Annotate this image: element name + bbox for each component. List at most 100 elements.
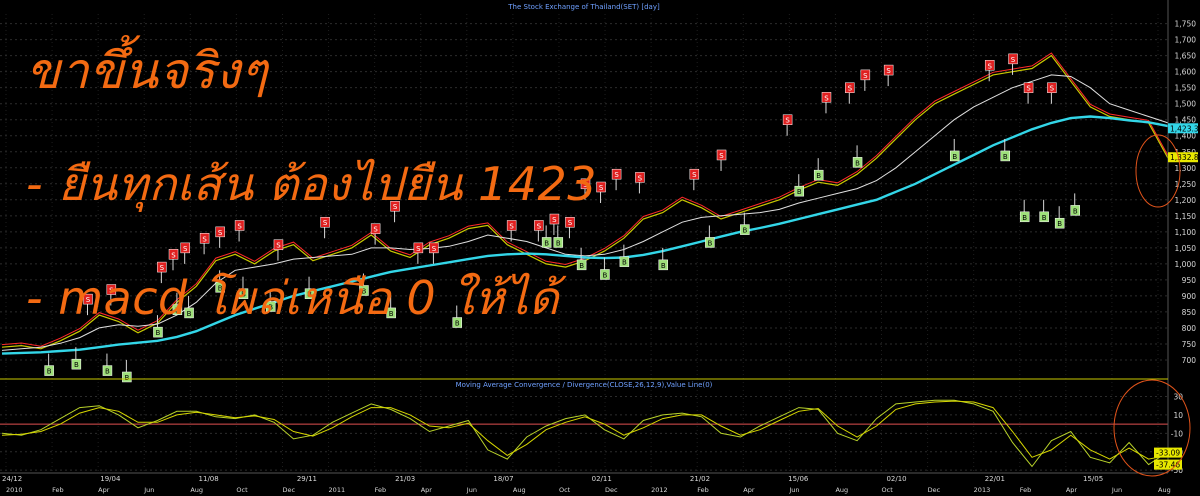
sell-signal-label: S	[638, 174, 643, 182]
buy-signal-label: B	[707, 239, 712, 247]
buy-signal-label: B	[797, 188, 802, 196]
sell-signal-label: S	[416, 245, 421, 253]
buy-signal-label: B	[544, 239, 549, 247]
month-tick-label: Feb	[375, 486, 387, 494]
chart-window: { "chart_data": [ { "type": "line", "tit…	[0, 0, 1200, 496]
month-tick-label: Aug	[513, 486, 526, 494]
sell-signal-label: S	[886, 67, 891, 75]
price-tick-label: 700	[1182, 356, 1197, 365]
sell-signal-label: S	[785, 117, 790, 125]
buy-signal-label: B	[952, 153, 957, 161]
buy-signal-label: B	[556, 239, 561, 247]
sell-signal-label: S	[509, 222, 514, 230]
month-tick-label: Jun	[1111, 486, 1122, 494]
sell-signal-label: S	[692, 171, 697, 179]
buy-signal-label: B	[1042, 214, 1047, 222]
price-tick-label: 1,550	[1175, 84, 1197, 93]
sell-signal-label: S	[537, 222, 542, 230]
month-tick-label: Aug	[190, 486, 203, 494]
sell-signal-label: S	[1026, 85, 1031, 93]
month-tick-label: Oct	[882, 486, 894, 494]
price-tick-label: 1,500	[1175, 100, 1197, 109]
date-tick-label: 18/07	[493, 475, 513, 483]
sell-signal-label: S	[1011, 56, 1016, 64]
price-tick-label: 950	[1182, 276, 1197, 285]
price-tick-label: 750	[1182, 340, 1197, 349]
buy-signal-label: B	[124, 374, 129, 382]
sell-signal-label: S	[599, 184, 604, 192]
price-label: 1,332.86	[1170, 153, 1200, 162]
month-tick-label: Dec	[282, 486, 295, 494]
buy-signal-label: B	[1022, 214, 1027, 222]
sell-signal-label: S	[863, 72, 868, 80]
macd-value-label: -33.09	[1156, 449, 1180, 458]
month-tick-label: Apr	[743, 486, 755, 494]
month-tick-label: 2013	[974, 486, 991, 494]
chart-title: The Stock Exchange of Thailand(SET) [day…	[507, 3, 660, 11]
buy-signal-label: B	[622, 259, 627, 267]
price-tick-label: 1,600	[1175, 68, 1197, 77]
buy-signal-label: B	[603, 271, 608, 279]
month-tick-label: Apr	[98, 486, 110, 494]
buy-signal-label: B	[1003, 153, 1008, 161]
buy-signal-label: B	[579, 262, 584, 270]
month-tick-label: Feb	[697, 486, 709, 494]
sell-signal-label: S	[1050, 85, 1055, 93]
macd-tick-label: 10	[1173, 411, 1183, 420]
date-axis: 24/12 19/04 11/08 29/11 21/03 18/07 02/11 21/02…	[0, 472, 1200, 496]
date-tick-label: 02/10	[886, 475, 906, 483]
date-tick-label: 29/11	[297, 475, 317, 483]
price-tick-label: 1,000	[1175, 260, 1197, 269]
price-tick-label: 1,650	[1175, 52, 1197, 61]
buy-signal-label: B	[105, 368, 110, 376]
sell-signal-label: S	[987, 62, 992, 70]
date-tick-label: 15/05	[1083, 475, 1103, 483]
month-tick-label: 2012	[651, 486, 668, 494]
month-tick-label: Jun	[788, 486, 799, 494]
buy-signal-label: B	[47, 368, 52, 376]
price-tick-label: 1,200	[1175, 196, 1197, 205]
buy-signal-label: B	[661, 262, 666, 270]
price-axis: 700 750 800 850 900 950 1,000 1,050 1,100 1,150 1,…	[1167, 0, 1200, 496]
month-tick-label: Apr	[1066, 486, 1078, 494]
price-tick-label: 800	[1182, 324, 1197, 333]
date-tick-label: 11/08	[199, 475, 219, 483]
price-tick-label: 1,750	[1175, 20, 1197, 29]
annotation-heading: ขาขึ้นจริงๆ	[26, 42, 269, 100]
buy-signal-label: B	[1057, 220, 1062, 228]
month-tick-label: Oct	[236, 486, 248, 494]
sell-signal-label: S	[719, 152, 724, 160]
highlight-circle-macd	[1113, 379, 1191, 477]
month-tick-label: Aug	[1158, 486, 1171, 494]
price-label: 1,423.33	[1170, 124, 1200, 133]
date-tick-label: 21/02	[690, 475, 710, 483]
price-tick-label: 1,700	[1175, 36, 1197, 45]
macd-title: Moving Average Convergence / Divergence(…	[456, 381, 713, 389]
month-tick-label: Apr	[421, 486, 433, 494]
sell-signal-label: S	[218, 229, 223, 237]
sell-signal-label: S	[202, 235, 207, 243]
month-tick-label: Aug	[835, 486, 848, 494]
sell-signal-label: S	[432, 245, 437, 253]
date-tick-label: 22/01	[985, 475, 1005, 483]
month-tick-label: 2010	[6, 486, 23, 494]
sell-signal-label: S	[237, 222, 242, 230]
sell-signal-label: S	[848, 85, 853, 93]
date-tick-label: 19/04	[100, 475, 121, 483]
sell-signal-label: S	[171, 251, 176, 259]
month-tick-label: Feb	[1020, 486, 1032, 494]
buy-signal-label: B	[742, 227, 747, 235]
month-tick-label: Jun	[143, 486, 154, 494]
macd-tick-label: -10	[1171, 429, 1183, 438]
date-tick-label: 15/06	[788, 475, 809, 483]
month-tick-label: 2011	[329, 486, 346, 494]
price-tick-label: 900	[1182, 292, 1197, 301]
sell-signal-label: S	[614, 171, 619, 179]
price-tick-label: 1,100	[1175, 228, 1197, 237]
date-tick-label: 21/03	[395, 475, 415, 483]
month-tick-label: Jun	[466, 486, 477, 494]
buy-signal-label: B	[855, 159, 860, 167]
month-tick-label: Oct	[559, 486, 571, 494]
annotation-line-3: - macd โผล่เหนือ 0 ให้ได้	[26, 271, 560, 325]
price-tick-label: 1,300	[1175, 164, 1197, 173]
